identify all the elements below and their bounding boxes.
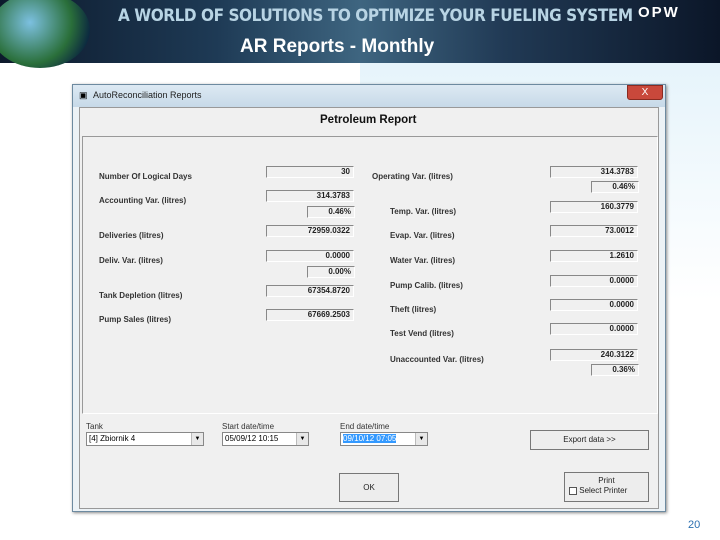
field-label: Operating Var. (litres)	[372, 172, 453, 181]
app-icon: ▣	[79, 90, 88, 100]
field-value: 67354.8720	[266, 285, 354, 297]
report-dialog: Petroleum Report Number Of Logical Days 3…	[79, 107, 659, 509]
chevron-down-icon[interactable]: ▼	[415, 433, 427, 445]
field-value: 72959.0322	[266, 225, 354, 237]
page-title: AR Reports - Monthly	[240, 36, 435, 57]
title-bar[interactable]: ▣ AutoReconciliation Reports X	[73, 85, 665, 107]
field-label: Number Of Logical Days	[99, 172, 192, 181]
field-value: 73.0012	[550, 225, 638, 237]
field-label: Water Var. (litres)	[390, 256, 456, 265]
field-value: 30	[266, 166, 354, 178]
field-label: Pump Calib. (litres)	[390, 281, 463, 290]
export-data-button[interactable]: Export data >>	[530, 430, 649, 450]
field-percent: 0.46%	[307, 206, 355, 218]
field-value: 0.0000	[550, 299, 638, 311]
print-button[interactable]: Print Select Printer	[564, 472, 649, 502]
header-banner: A WORLD OF SOLUTIONS TO OPTIMIZE YOUR FU…	[0, 0, 720, 68]
field-label: Unaccounted Var. (litres)	[390, 355, 484, 364]
chevron-down-icon[interactable]: ▼	[296, 433, 308, 445]
field-label: Tank Depletion (litres)	[99, 291, 183, 300]
tank-value: [4] Zbiornik 4	[89, 434, 136, 443]
opw-logo: OPW	[638, 4, 680, 21]
field-label: Theft (litres)	[390, 305, 437, 314]
select-printer-checkbox[interactable]	[569, 486, 577, 495]
slogan: A WORLD OF SOLUTIONS TO OPTIMIZE YOUR FU…	[118, 6, 633, 26]
close-button[interactable]: X	[627, 85, 663, 100]
field-label: Pump Sales (litres)	[99, 315, 172, 324]
field-label: Accounting Var. (litres)	[99, 196, 187, 205]
field-value: 0.0000	[550, 275, 638, 287]
field-value: 0.0000	[550, 323, 638, 335]
start-value: 05/09/12 10:15	[225, 434, 279, 443]
start-datetime-picker[interactable]: 05/09/12 10:15 ▼	[222, 432, 309, 446]
field-value: 314.3783	[266, 190, 354, 202]
field-value: 314.3783	[550, 166, 638, 178]
print-label: Print	[598, 476, 615, 485]
field-value: 1.2610	[550, 250, 638, 262]
ok-button[interactable]: OK	[339, 473, 399, 502]
globe-logo-image	[0, 0, 90, 68]
end-label: End date/time	[340, 422, 390, 431]
select-printer-option[interactable]: Select Printer	[565, 486, 648, 495]
field-percent: 0.00%	[307, 266, 355, 278]
report-title: Petroleum Report	[320, 114, 417, 126]
tank-label: Tank	[86, 422, 103, 431]
chevron-down-icon[interactable]: ▼	[191, 433, 203, 445]
field-value: 240.3122	[550, 349, 638, 361]
field-value: 0.0000	[266, 250, 354, 262]
field-label: Temp. Var. (litres)	[390, 207, 457, 216]
field-percent: 0.36%	[591, 364, 639, 376]
field-label: Test Vend (litres)	[390, 329, 454, 338]
field-label: Deliveries (litres)	[99, 231, 164, 240]
field-value: 160.3779	[550, 201, 638, 213]
field-label: Deliv. Var. (litres)	[99, 256, 163, 265]
page-number: 20	[688, 519, 701, 531]
end-value: 09/10/12 07:05	[343, 434, 397, 443]
end-datetime-picker[interactable]: 09/10/12 07:05 ▼	[340, 432, 428, 446]
select-printer-label: Select Printer	[579, 486, 628, 495]
window-title: AutoReconciliation Reports	[93, 90, 202, 100]
field-value: 67669.2503	[266, 309, 354, 321]
field-percent: 0.46%	[591, 181, 639, 193]
start-label: Start date/time	[222, 422, 275, 431]
auto-reconciliation-window: ▣ AutoReconciliation Reports X Petroleum…	[72, 84, 666, 512]
field-label: Evap. Var. (litres)	[390, 231, 455, 240]
tank-select[interactable]: [4] Zbiornik 4 ▼	[86, 432, 204, 446]
